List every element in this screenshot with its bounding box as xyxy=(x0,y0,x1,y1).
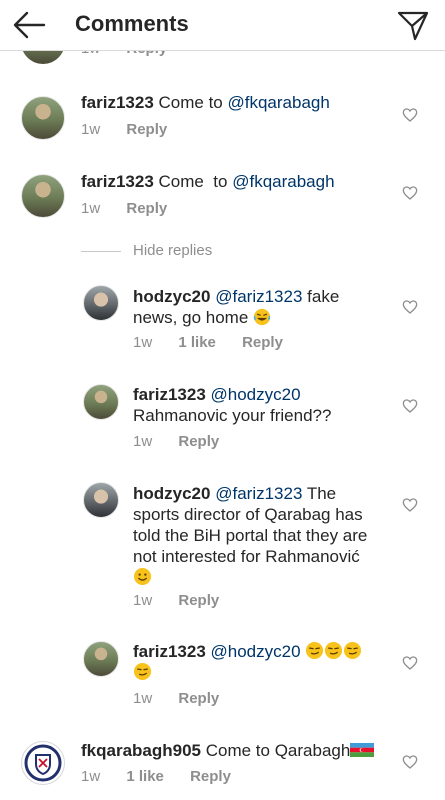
comment-meta: 1w Reply xyxy=(81,121,189,138)
comment-time: 1w xyxy=(81,200,101,217)
reply-button[interactable]: Reply xyxy=(178,690,219,707)
comment-body: sports director of Qarabag has xyxy=(133,505,363,524)
comment-body: The xyxy=(302,484,337,503)
comment-meta: 1w Reply xyxy=(133,690,241,707)
heart-icon[interactable] xyxy=(402,497,418,513)
comment-time: 1w xyxy=(81,768,101,785)
comment-time: 1w xyxy=(133,690,153,707)
avatar[interactable] xyxy=(83,285,119,321)
heart-icon[interactable] xyxy=(402,398,418,414)
username[interactable]: fariz1323 xyxy=(133,642,206,661)
avatar[interactable] xyxy=(83,641,119,677)
avatar[interactable] xyxy=(83,384,119,420)
mention-link[interactable]: @fariz1323 xyxy=(215,484,302,503)
top-bar: Comments xyxy=(0,0,445,51)
divider xyxy=(81,251,121,252)
smirk-emoji-icon xyxy=(344,641,362,660)
comment-body: not interested for Rahmanović xyxy=(133,547,360,566)
club-crest-icon xyxy=(24,744,62,782)
comment-body: Come to xyxy=(158,93,228,112)
likes-count[interactable]: 1 like xyxy=(126,768,164,785)
reply-button[interactable]: Reply xyxy=(190,768,231,785)
reply-button[interactable]: Reply xyxy=(126,200,167,217)
smirk-emoji-icon xyxy=(306,641,324,660)
reply-button[interactable]: Reply xyxy=(242,334,283,351)
azerbaijan-flag-icon xyxy=(350,743,375,757)
comment-meta: 1w Reply xyxy=(81,200,189,217)
heart-icon[interactable] xyxy=(402,107,418,123)
smirk-emoji-icon xyxy=(133,662,152,681)
heart-icon[interactable] xyxy=(402,185,418,201)
smile-emoji-icon xyxy=(133,567,152,586)
comment-text: fariz1323 @hodzyc20 xyxy=(133,641,393,683)
avatar[interactable] xyxy=(21,174,65,218)
avatar[interactable] xyxy=(83,482,119,518)
comment-body: Come to Qarabagh xyxy=(205,741,351,760)
comment-time: 1w xyxy=(133,433,153,450)
comment-text: fariz1323 Come to @fkqarabagh xyxy=(81,92,330,113)
comment-time: 1w xyxy=(133,334,153,351)
username[interactable]: fariz1323 xyxy=(81,93,154,112)
username[interactable]: hodzyc20 xyxy=(133,287,210,306)
avatar[interactable] xyxy=(21,96,65,140)
mention-link[interactable]: @hodzyc20 xyxy=(211,642,301,661)
comment-meta: 1w Reply xyxy=(133,592,241,609)
comment-body: Rahmanovic your friend?? xyxy=(133,406,332,425)
comment-text: hodzyc20 @fariz1323 fake news, go home xyxy=(133,286,363,328)
comment-text: hodzyc20 @fariz1323 The sports director … xyxy=(133,483,393,588)
username[interactable]: fariz1323 xyxy=(133,385,206,404)
comment-body: fake xyxy=(302,287,340,306)
mention-link[interactable]: @fkqarabagh xyxy=(232,172,334,191)
comment-body: news, go home xyxy=(133,308,249,327)
heart-icon[interactable] xyxy=(402,655,418,671)
heart-icon[interactable] xyxy=(402,299,418,315)
comment-text: fariz1323 Come to @fkqarabagh xyxy=(81,171,335,192)
comment-body: Come to xyxy=(158,172,233,191)
back-button[interactable] xyxy=(12,10,46,40)
hide-replies-label: Hide replies xyxy=(133,242,213,259)
username[interactable]: hodzyc20 xyxy=(133,484,210,503)
smirk-emoji-icon xyxy=(325,641,343,660)
comment-body: told the BiH portal that they are xyxy=(133,526,368,545)
share-button[interactable] xyxy=(396,8,430,42)
username[interactable]: fariz1323 xyxy=(81,172,154,191)
comment-meta: 1w 1 like Reply xyxy=(81,768,253,785)
reply-button[interactable]: Reply xyxy=(178,592,219,609)
comment-meta: 1w 1 like Reply xyxy=(133,334,305,351)
laugh-emoji-icon xyxy=(253,308,271,326)
paper-plane-icon xyxy=(397,11,429,41)
back-arrow-icon xyxy=(13,11,46,39)
page-title: Comments xyxy=(75,11,189,36)
username[interactable]: fkqarabagh905 xyxy=(81,741,201,760)
mention-link[interactable]: @fkqarabagh xyxy=(228,93,330,112)
reply-button[interactable]: Reply xyxy=(178,433,219,450)
comment-meta: 1w Reply xyxy=(133,433,241,450)
comment-time: 1w xyxy=(81,121,101,138)
mention-link[interactable]: @fariz1323 xyxy=(215,287,302,306)
comment-text: fariz1323 @hodzyc20 Rahmanovic your frie… xyxy=(133,384,393,426)
comment-text: fkqarabagh905 Come to Qarabagh xyxy=(81,740,391,761)
heart-icon[interactable] xyxy=(402,754,418,770)
likes-count[interactable]: 1 like xyxy=(178,334,216,351)
comment-time: 1w xyxy=(133,592,153,609)
avatar[interactable] xyxy=(21,741,65,785)
reply-button[interactable]: Reply xyxy=(126,121,167,138)
mention-link[interactable]: @hodzyc20 xyxy=(211,385,301,404)
